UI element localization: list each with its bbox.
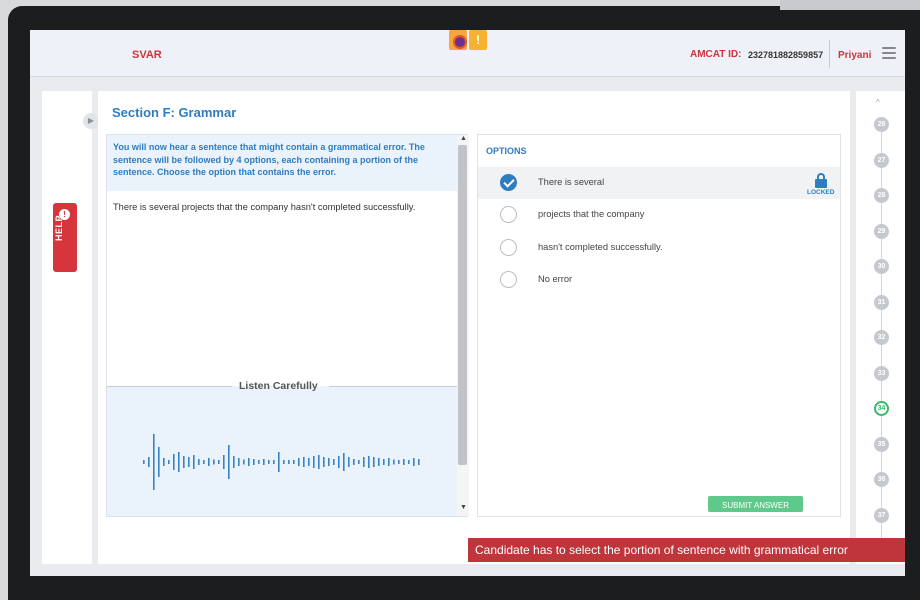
- option-label: There is several: [538, 177, 605, 187]
- caption-overlay: Candidate has to select the portion of s…: [468, 538, 905, 562]
- option-label: hasn't completed successfully.: [538, 242, 663, 252]
- top-header: SVAR ! AMCAT ID: 232781882859857 Priyani: [30, 30, 905, 77]
- user-name: Priyani: [838, 50, 872, 61]
- left-rail: [42, 91, 92, 564]
- option-4[interactable]: No error: [478, 264, 840, 296]
- divider-line: [329, 386, 457, 387]
- screen: SVAR ! AMCAT ID: 232781882859857 Priyani…: [30, 30, 905, 576]
- radio-icon[interactable]: [500, 239, 517, 256]
- question-number-31[interactable]: 31: [874, 294, 889, 310]
- options-title: OPTIONS: [486, 146, 527, 156]
- background-desk: [780, 0, 920, 10]
- question-panel: You will now hear a sentence that might …: [106, 134, 469, 517]
- chevron-right-icon[interactable]: ▶: [83, 113, 99, 129]
- scrollbar-thumb[interactable]: [458, 145, 467, 465]
- submit-answer-button[interactable]: SUBMIT ANSWER: [708, 496, 803, 512]
- question-number-37[interactable]: 37: [874, 507, 889, 523]
- question-number-29[interactable]: 29: [874, 223, 889, 239]
- question-number-35[interactable]: 35: [874, 436, 889, 452]
- question-number-33[interactable]: 33: [874, 365, 889, 381]
- section-title: Section F: Grammar: [112, 105, 237, 120]
- help-button[interactable]: ! HELP: [53, 203, 77, 272]
- question-number-26[interactable]: 26: [874, 117, 889, 132]
- question-number-36[interactable]: 36: [874, 472, 889, 487]
- lock-icon: LOCKED: [807, 171, 847, 197]
- locked-label: LOCKED: [807, 189, 835, 196]
- warning-icon[interactable]: !: [469, 30, 487, 50]
- audio-waveform: [143, 434, 420, 490]
- radio-checked-icon[interactable]: [500, 174, 517, 191]
- option-1[interactable]: There is several LOCKED: [478, 167, 840, 199]
- divider-line: [107, 386, 232, 387]
- option-label: No error: [538, 274, 573, 284]
- amcat-id-value: 232781882859857: [748, 50, 824, 60]
- option-label: projects that the company: [538, 209, 645, 219]
- question-instructions: You will now hear a sentence that might …: [107, 135, 457, 191]
- scroll-down-icon[interactable]: ▼: [460, 504, 467, 511]
- browser-extension-icons: !: [449, 30, 487, 52]
- question-number-32[interactable]: 32: [874, 330, 889, 345]
- question-number-28[interactable]: 28: [874, 188, 889, 203]
- radio-icon[interactable]: [500, 206, 517, 223]
- help-label: HELP: [54, 214, 64, 241]
- question-scrollbar[interactable]: ▲ ▼: [457, 135, 469, 516]
- brand-logo: SVAR: [132, 49, 162, 61]
- question-number-30[interactable]: 30: [874, 259, 889, 274]
- chevron-up-icon[interactable]: ^: [876, 98, 880, 107]
- scroll-up-icon[interactable]: ▲: [460, 135, 467, 142]
- question-sentence: There is several projects that the compa…: [113, 202, 416, 212]
- listen-label: Listen Carefully: [239, 380, 318, 392]
- options-panel: OPTIONS There is several LOCKED projects…: [477, 134, 841, 517]
- hamburger-icon[interactable]: [882, 47, 896, 59]
- firefox-icon[interactable]: [449, 30, 467, 50]
- option-2[interactable]: projects that the company: [478, 199, 840, 231]
- header-divider: [829, 40, 830, 68]
- question-number-27[interactable]: 27: [874, 152, 889, 168]
- main-panel: Section F: Grammar You will now hear a s…: [98, 91, 850, 564]
- question-number-34[interactable]: 34: [874, 401, 889, 416]
- question-navigator: ^ 26 27 28 29 30 31 32 33 34 35 36 37: [856, 91, 905, 564]
- option-3[interactable]: hasn't completed successfully.: [478, 232, 840, 264]
- audio-player: Listen Carefully: [107, 380, 457, 516]
- amcat-id-label: AMCAT ID:: [690, 49, 742, 60]
- radio-icon[interactable]: [500, 271, 517, 288]
